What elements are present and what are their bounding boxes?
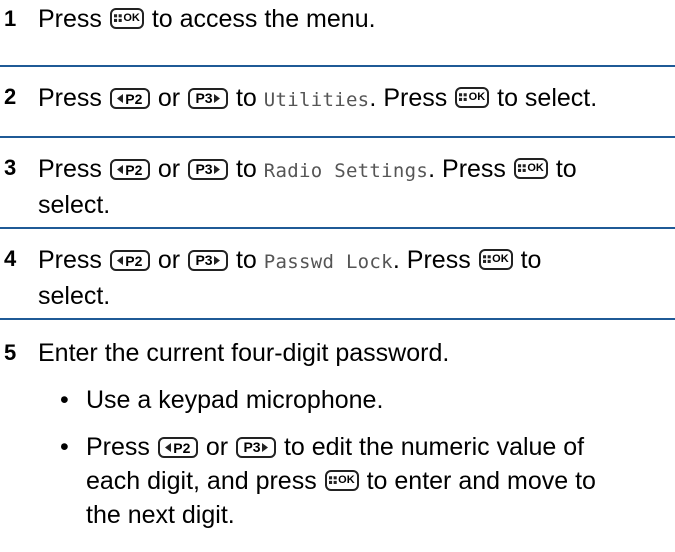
separator — [0, 65, 675, 67]
step-text-part: to — [555, 155, 577, 183]
separator — [0, 227, 675, 229]
key-label: P2 — [125, 161, 143, 178]
left-arrow-icon — [117, 165, 124, 174]
step-text-part: to — [235, 246, 257, 274]
key-label: OK — [338, 474, 355, 486]
step-text: Press P2 or P3 to Radio Settings. Press … — [38, 152, 667, 222]
right-arrow-icon — [213, 93, 220, 103]
menu-grid-icon — [482, 255, 491, 263]
step-text-part: or — [157, 246, 181, 274]
left-arrow-icon — [165, 443, 172, 452]
step-text-part: to — [520, 246, 542, 274]
left-arrow-icon — [117, 256, 124, 265]
menu-ok-key-icon: OK — [109, 8, 144, 29]
p2-left-key-icon: P2 — [109, 250, 150, 271]
menu-grid-icon — [328, 476, 337, 484]
list-item: • Press P2 or P3 to edit the numeric val… — [60, 430, 667, 532]
p3-right-key-icon: P3 — [188, 87, 228, 109]
bullet-text: each digit, and press — [86, 467, 317, 495]
key-label: OK — [123, 12, 140, 24]
menu-grid-icon — [459, 93, 467, 101]
step-number: 2 — [4, 84, 17, 109]
separator — [0, 318, 675, 320]
key-label: P2 — [173, 439, 191, 456]
bullet-dot: • — [60, 386, 69, 414]
step-number: 3 — [4, 155, 17, 180]
key-label: OK — [527, 162, 544, 174]
right-arrow-icon — [213, 255, 220, 265]
step-number: 4 — [4, 246, 17, 271]
step-text-part: Press — [38, 84, 102, 112]
display-menu-item: Utilities — [263, 89, 370, 111]
step-text-part: . Press — [428, 155, 506, 183]
step-text-part: . Press — [369, 84, 448, 112]
step-number: 5 — [4, 340, 17, 365]
step-number: 1 — [4, 6, 17, 31]
key-label: P3 — [243, 439, 261, 455]
step-text-part: to select. — [497, 84, 598, 112]
key-label: OK — [492, 253, 509, 265]
menu-ok-key-icon: OK — [478, 249, 513, 270]
menu-ok-key-icon: OK — [513, 158, 548, 179]
p2-left-key-icon: P2 — [109, 159, 150, 180]
p3-right-key-icon: P3 — [188, 249, 228, 271]
sub-bullet-list: • Use a keypad microphone. • Press P2 or… — [60, 383, 667, 532]
p2-left-key-icon: P2 — [109, 88, 150, 109]
step-text-part: or — [157, 84, 181, 112]
step-text-part: select. — [38, 191, 111, 219]
menu-ok-key-icon: OK — [455, 87, 490, 108]
step-text: Press OK to access the menu. — [38, 2, 667, 36]
step-text: Press P2 or P3 to Utilities. Press OK to… — [38, 81, 667, 117]
display-menu-item: Passwd Lock — [263, 251, 393, 273]
bullet-text: to enter and move to — [366, 467, 596, 495]
p3-right-key-icon: P3 — [188, 158, 228, 180]
step-text-part: to access the menu. — [151, 5, 376, 33]
p2-left-key-icon: P2 — [157, 437, 198, 458]
right-arrow-icon — [213, 164, 220, 174]
step-text-part: to — [235, 155, 257, 183]
step-text-part: Press — [38, 155, 102, 183]
bullet-text: Use a keypad microphone. — [86, 386, 384, 414]
key-label: P2 — [125, 252, 143, 269]
key-label: OK — [468, 91, 486, 103]
bullet-text: Press — [86, 433, 150, 461]
key-label: P3 — [195, 90, 213, 106]
display-menu-item: Radio Settings — [263, 160, 429, 182]
step-text-part: or — [157, 155, 181, 183]
step-text-part: . Press — [392, 246, 471, 274]
bullet-text: or — [205, 433, 229, 461]
key-label: P2 — [125, 90, 143, 107]
menu-ok-key-icon: OK — [324, 470, 359, 491]
step-text-part: select. — [38, 282, 111, 310]
step-text: Enter the current four-digit password. — [38, 339, 450, 367]
menu-grid-icon — [113, 14, 122, 22]
separator — [0, 136, 675, 138]
key-label: P3 — [195, 161, 213, 177]
p3-right-key-icon: P3 — [236, 436, 276, 458]
right-arrow-icon — [261, 442, 268, 452]
menu-grid-icon — [517, 164, 526, 172]
step-text-part: Press — [38, 246, 102, 274]
step-text-part: Press — [38, 5, 102, 33]
list-item: • Use a keypad microphone. — [60, 383, 667, 417]
step-text: Press P2 or P3 to Passwd Lock. Press OK … — [38, 243, 667, 313]
bullet-text: to edit the numeric value of — [283, 433, 585, 461]
step-text-part: to — [235, 84, 257, 112]
key-label: P3 — [195, 252, 213, 268]
bullet-dot: • — [60, 433, 69, 461]
left-arrow-icon — [117, 94, 124, 103]
bullet-text: the next digit. — [86, 501, 235, 529]
